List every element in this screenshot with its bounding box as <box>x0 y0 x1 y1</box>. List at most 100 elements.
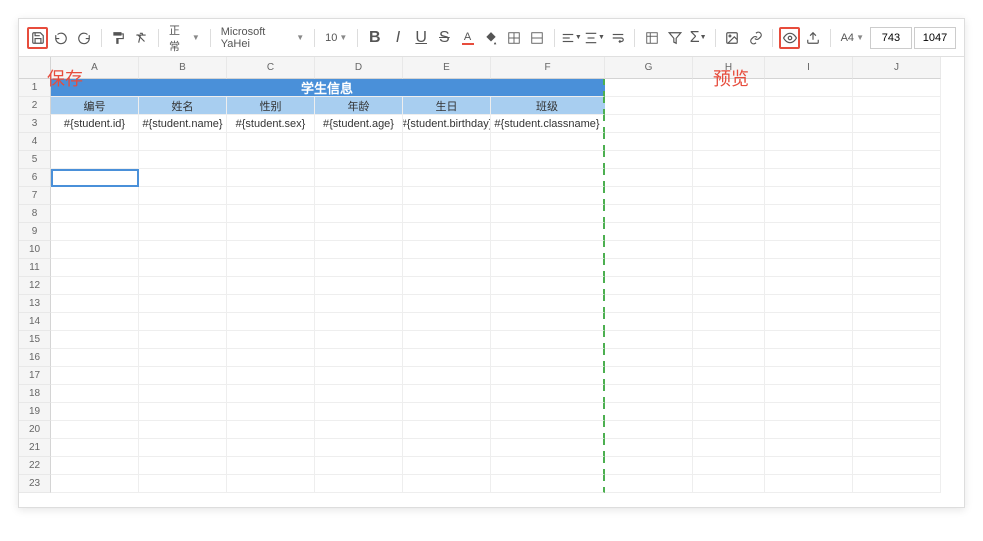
cell[interactable] <box>51 457 139 475</box>
cell[interactable] <box>403 187 491 205</box>
cell[interactable] <box>605 295 693 313</box>
cell[interactable] <box>315 241 403 259</box>
cell[interactable] <box>491 331 605 349</box>
strikethrough-button[interactable]: S <box>434 27 455 49</box>
borders-button[interactable] <box>503 27 524 49</box>
row-header[interactable]: 11 <box>19 259 51 277</box>
cell[interactable] <box>403 223 491 241</box>
cell[interactable] <box>491 403 605 421</box>
page-size-select[interactable]: A4▼ <box>837 30 868 46</box>
cell[interactable] <box>765 457 853 475</box>
cell[interactable] <box>227 421 315 439</box>
row-header[interactable]: 5 <box>19 151 51 169</box>
cell[interactable] <box>765 151 853 169</box>
align-h-button[interactable]: ▼ <box>561 27 582 49</box>
cell[interactable] <box>139 187 227 205</box>
cell[interactable] <box>693 223 765 241</box>
cell[interactable] <box>693 331 765 349</box>
cell[interactable] <box>765 421 853 439</box>
row-header[interactable]: 14 <box>19 313 51 331</box>
fill-color-button[interactable] <box>480 27 501 49</box>
cell[interactable] <box>853 367 941 385</box>
cell[interactable] <box>491 367 605 385</box>
cell[interactable] <box>227 385 315 403</box>
cell[interactable] <box>403 205 491 223</box>
row-header[interactable]: 13 <box>19 295 51 313</box>
preview-button[interactable] <box>779 27 800 49</box>
cell[interactable] <box>51 187 139 205</box>
cell[interactable] <box>605 421 693 439</box>
cell[interactable] <box>765 187 853 205</box>
cell[interactable] <box>315 151 403 169</box>
cell[interactable] <box>51 241 139 259</box>
cell[interactable] <box>51 133 139 151</box>
cell[interactable] <box>605 349 693 367</box>
cell[interactable] <box>403 277 491 295</box>
cell[interactable] <box>403 385 491 403</box>
filter-button[interactable] <box>664 27 685 49</box>
cell[interactable] <box>315 223 403 241</box>
cell[interactable] <box>315 475 403 493</box>
cell[interactable] <box>315 457 403 475</box>
cell[interactable] <box>605 367 693 385</box>
header-cell[interactable]: 班级 <box>491 97 605 115</box>
cell[interactable] <box>139 367 227 385</box>
cell[interactable] <box>315 349 403 367</box>
cell[interactable] <box>403 475 491 493</box>
col-header-j[interactable]: J <box>853 57 941 79</box>
cell[interactable] <box>315 421 403 439</box>
cell[interactable] <box>403 169 491 187</box>
undo-button[interactable] <box>50 27 71 49</box>
cell[interactable] <box>693 241 765 259</box>
cell[interactable] <box>315 439 403 457</box>
row-header[interactable]: 7 <box>19 187 51 205</box>
data-cell[interactable]: #{student.name} <box>139 115 227 133</box>
freeze-button[interactable] <box>641 27 662 49</box>
header-cell[interactable] <box>693 97 765 115</box>
cell[interactable] <box>853 331 941 349</box>
cell[interactable] <box>139 205 227 223</box>
cell[interactable] <box>227 187 315 205</box>
cell[interactable] <box>605 385 693 403</box>
cell[interactable] <box>693 187 765 205</box>
row-header[interactable]: 10 <box>19 241 51 259</box>
cell[interactable] <box>491 169 605 187</box>
cell[interactable] <box>227 331 315 349</box>
title-cell[interactable]: 学生信息 <box>51 79 605 97</box>
cell[interactable] <box>853 385 941 403</box>
cell[interactable] <box>51 277 139 295</box>
cell[interactable] <box>227 349 315 367</box>
data-cell[interactable]: #{student.id} <box>51 115 139 133</box>
cell[interactable] <box>765 79 853 97</box>
cell[interactable] <box>765 475 853 493</box>
cell[interactable] <box>853 223 941 241</box>
cell[interactable] <box>315 133 403 151</box>
header-cell[interactable]: 年龄 <box>315 97 403 115</box>
save-button[interactable] <box>27 27 48 49</box>
cell[interactable] <box>491 349 605 367</box>
header-cell[interactable]: 生日 <box>403 97 491 115</box>
bold-button[interactable]: B <box>364 27 385 49</box>
cell[interactable] <box>403 349 491 367</box>
cell[interactable] <box>491 475 605 493</box>
cell[interactable] <box>51 367 139 385</box>
font-size-select[interactable]: 10▼ <box>321 30 351 46</box>
cell[interactable] <box>227 439 315 457</box>
cell[interactable] <box>139 475 227 493</box>
cell[interactable] <box>403 331 491 349</box>
cell[interactable] <box>139 331 227 349</box>
cell[interactable] <box>51 151 139 169</box>
cell[interactable] <box>853 79 941 97</box>
cell[interactable] <box>605 259 693 277</box>
width-input[interactable] <box>870 27 912 49</box>
height-input[interactable] <box>914 27 956 49</box>
data-cell[interactable] <box>693 115 765 133</box>
cell[interactable] <box>605 313 693 331</box>
cell[interactable] <box>139 277 227 295</box>
row-header[interactable]: 15 <box>19 331 51 349</box>
cell[interactable] <box>139 151 227 169</box>
cell[interactable] <box>139 241 227 259</box>
cell[interactable] <box>605 79 693 97</box>
row-header[interactable]: 9 <box>19 223 51 241</box>
cell[interactable] <box>765 349 853 367</box>
